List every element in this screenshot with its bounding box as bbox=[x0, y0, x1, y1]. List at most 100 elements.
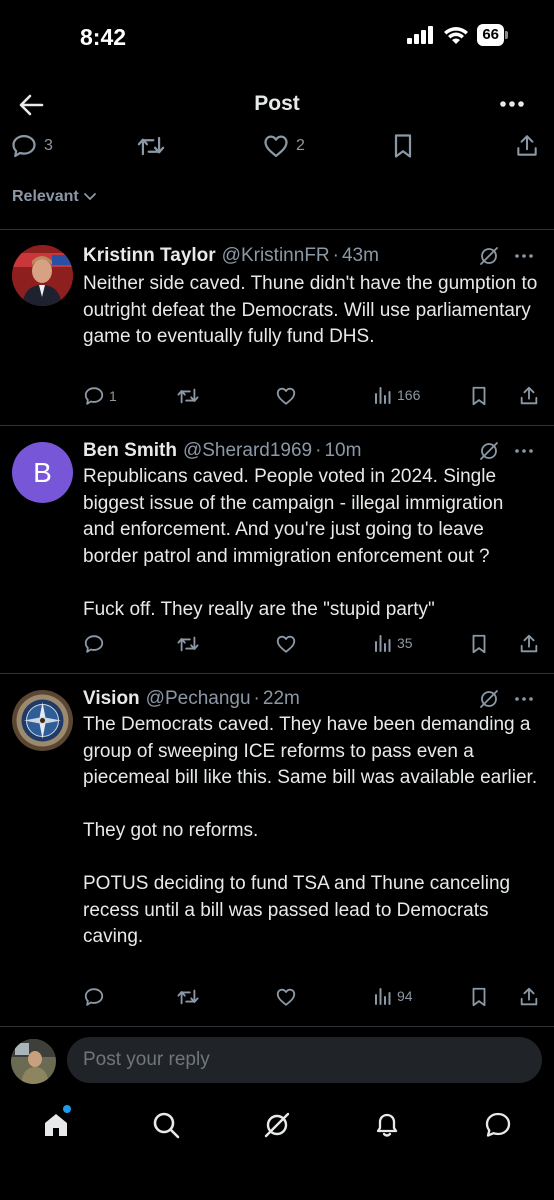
like-button[interactable] bbox=[275, 385, 297, 407]
reply-button[interactable] bbox=[83, 633, 109, 655]
tweet-paragraph: POTUS deciding to fund TSA and Thune can… bbox=[83, 873, 511, 947]
bookmark-button[interactable] bbox=[469, 986, 489, 1008]
author-name[interactable]: Vision bbox=[83, 688, 140, 710]
reply-icon bbox=[84, 988, 104, 1006]
share-button[interactable] bbox=[518, 986, 540, 1008]
reply-input[interactable] bbox=[67, 1037, 542, 1083]
post-like-button[interactable]: 2 bbox=[262, 132, 305, 160]
messages-icon bbox=[485, 1112, 511, 1137]
post-reply-button[interactable]: 3 bbox=[10, 132, 53, 160]
post-reply-count: 3 bbox=[44, 137, 53, 154]
author-name[interactable]: Ben Smith bbox=[83, 440, 177, 462]
post-like-count: 2 bbox=[296, 137, 305, 154]
author-handle[interactable]: @Sherard1969 bbox=[183, 440, 312, 462]
views-icon bbox=[375, 387, 391, 404]
timestamp[interactable]: 22m bbox=[263, 688, 300, 710]
repost-button[interactable] bbox=[175, 986, 201, 1008]
divider bbox=[0, 229, 554, 230]
tweet-header-icons bbox=[478, 440, 534, 462]
tweet-action-row: 1 166 bbox=[0, 385, 554, 411]
reply-button[interactable]: 1 bbox=[83, 385, 117, 407]
post-bookmark-button[interactable] bbox=[391, 132, 415, 160]
more-button[interactable] bbox=[498, 92, 526, 116]
retweet-icon bbox=[137, 136, 165, 156]
views-icon bbox=[375, 988, 391, 1005]
grok-icon[interactable] bbox=[478, 245, 500, 267]
battery-level: 66 bbox=[477, 24, 504, 46]
tweet-header-icons bbox=[478, 245, 534, 267]
repost-button[interactable] bbox=[175, 633, 201, 655]
reply-tweet[interactable]: B Ben Smith @Sherard1969 · 10m Republica… bbox=[0, 438, 554, 672]
notification-dot bbox=[63, 1105, 71, 1113]
home-icon bbox=[45, 1114, 67, 1136]
share-icon bbox=[520, 634, 538, 653]
grok-icon bbox=[264, 1112, 290, 1138]
more-icon[interactable] bbox=[514, 689, 534, 709]
heart-icon bbox=[276, 988, 296, 1006]
separator-dot: · bbox=[253, 688, 260, 709]
reply-icon bbox=[84, 387, 104, 405]
author-handle[interactable]: @KristinnFR bbox=[222, 245, 330, 267]
avatar[interactable] bbox=[12, 690, 73, 751]
views-button[interactable]: 94 bbox=[373, 986, 413, 1006]
tweet-paragraph: Fuck off. They really are the "stupid pa… bbox=[83, 598, 435, 620]
tab-home[interactable] bbox=[39, 1105, 73, 1142]
post-share-button[interactable] bbox=[514, 132, 540, 160]
tab-notifications[interactable] bbox=[370, 1108, 404, 1142]
tweet-text: Republicans caved. People voted in 2024.… bbox=[83, 464, 540, 623]
tab-search[interactable] bbox=[149, 1108, 183, 1142]
tweet-text: Neither side caved. Thune didn't have th… bbox=[83, 271, 540, 351]
avatar[interactable]: B bbox=[12, 442, 73, 503]
author-name[interactable]: Kristinn Taylor bbox=[83, 245, 216, 267]
home-indicator bbox=[207, 1183, 347, 1188]
author-handle[interactable]: @Pechangu bbox=[146, 688, 251, 710]
avatar-letter: B bbox=[33, 456, 52, 488]
separator-dot: · bbox=[332, 245, 339, 266]
signal-icon bbox=[407, 26, 434, 44]
bookmark-button[interactable] bbox=[469, 385, 489, 407]
tab-messages[interactable] bbox=[481, 1108, 515, 1142]
tweet-header-icons bbox=[478, 688, 534, 710]
share-button[interactable] bbox=[518, 385, 540, 407]
status-bar: 8:42 66 bbox=[0, 0, 554, 72]
timestamp[interactable]: 10m bbox=[324, 440, 361, 462]
reply-tweet[interactable]: Kristinn Taylor @KristinnFR · 43m Neithe… bbox=[0, 243, 554, 425]
retweet-icon bbox=[177, 388, 199, 404]
view-count: 35 bbox=[397, 635, 413, 651]
tweet-action-row: 94 bbox=[0, 986, 554, 1012]
retweet-icon bbox=[177, 636, 199, 652]
avatar-photo bbox=[12, 690, 73, 751]
avatar[interactable] bbox=[12, 245, 73, 306]
tweet-header: Kristinn Taylor @KristinnFR · 43m bbox=[83, 243, 534, 269]
bell-icon bbox=[376, 1113, 398, 1137]
my-avatar[interactable] bbox=[11, 1039, 56, 1084]
views-button[interactable]: 35 bbox=[373, 633, 413, 653]
grok-icon[interactable] bbox=[478, 440, 500, 462]
reply-count: 1 bbox=[109, 388, 117, 404]
reply-button[interactable] bbox=[83, 986, 109, 1008]
views-button[interactable]: 166 bbox=[373, 385, 420, 405]
reply-icon bbox=[12, 134, 36, 158]
sort-label: Relevant bbox=[12, 188, 79, 205]
reply-tweet[interactable]: Vision @Pechangu · 22m The Democrats cav… bbox=[0, 686, 554, 1026]
reply-composer bbox=[0, 1036, 554, 1086]
battery-tip bbox=[505, 31, 508, 39]
post-repost-button[interactable] bbox=[136, 132, 166, 160]
tweet-paragraph: Neither side caved. Thune didn't have th… bbox=[83, 273, 538, 347]
bookmark-icon bbox=[472, 386, 486, 406]
tweet-text: The Democrats caved. They have been dema… bbox=[83, 712, 540, 951]
sort-selector[interactable]: Relevant bbox=[12, 188, 97, 206]
repost-button[interactable] bbox=[175, 385, 201, 407]
more-icon[interactable] bbox=[514, 441, 534, 461]
more-icon[interactable] bbox=[514, 246, 534, 266]
bookmark-button[interactable] bbox=[469, 633, 489, 655]
grok-icon[interactable] bbox=[478, 688, 500, 710]
like-button[interactable] bbox=[275, 986, 297, 1008]
battery-indicator: 66 bbox=[477, 24, 508, 46]
tweet-header: Vision @Pechangu · 22m bbox=[83, 686, 534, 712]
like-button[interactable] bbox=[275, 633, 297, 655]
divider bbox=[0, 1026, 554, 1027]
tab-grok[interactable] bbox=[260, 1108, 294, 1142]
share-button[interactable] bbox=[518, 633, 540, 655]
timestamp[interactable]: 43m bbox=[342, 245, 379, 267]
